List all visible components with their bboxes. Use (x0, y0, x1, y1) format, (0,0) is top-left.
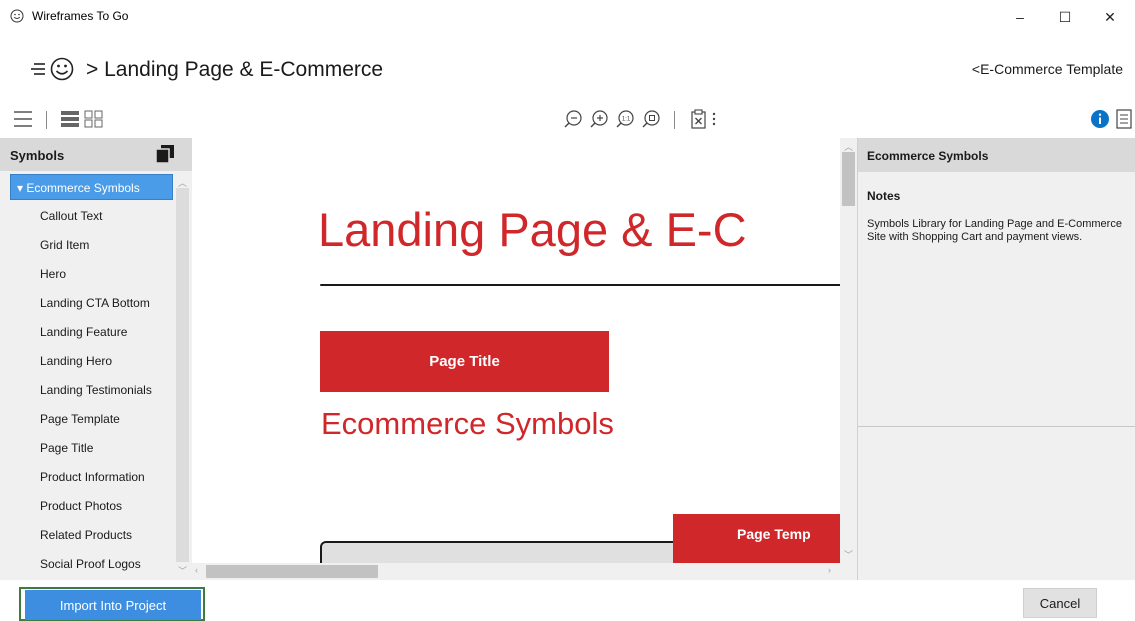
export-icon[interactable] (690, 108, 708, 130)
cancel-button[interactable]: Cancel (1023, 588, 1097, 618)
smiley-app-icon (10, 9, 24, 23)
toolbar-divider (46, 111, 47, 129)
symbol-list-item[interactable]: Social Proof Logos (0, 548, 174, 577)
preview-landing-title: Landing Page & E-C (318, 203, 747, 256)
copy-icon[interactable] (155, 144, 175, 164)
grid-view-icon[interactable] (84, 110, 104, 128)
zoom-fit-icon[interactable] (641, 109, 661, 129)
svg-text:1:1: 1:1 (622, 117, 631, 123)
dialog-footer: Import Into Project Cancel (0, 580, 1135, 621)
symbol-list-item[interactable]: Landing Feature (0, 316, 174, 345)
symbol-list-item[interactable]: Landing Hero (0, 345, 174, 374)
maximize-button[interactable]: ☐ (1045, 4, 1085, 30)
title-bar: Wireframes To Go – ☐ ✕ (0, 0, 1135, 32)
preview-page-title-block: Page Title (320, 331, 609, 392)
breadcrumb: > Landing Page & E-Commerce (86, 58, 384, 81)
symbol-list-item[interactable]: Page Title (0, 432, 174, 461)
menu-icon[interactable] (12, 109, 34, 129)
preview-canvas[interactable]: Landing Page & E-C Page Title Ecommerce … (192, 138, 840, 563)
import-into-project-button[interactable]: Import Into Project (25, 590, 201, 620)
zoom-out-icon[interactable] (563, 109, 583, 129)
panel-divider (858, 426, 1135, 427)
preview-page-template-block: Page Temp (673, 514, 840, 563)
tree-group-ecommerce-symbols[interactable]: ▾ Ecommerce Symbols (10, 174, 173, 200)
scroll-corner (840, 563, 857, 580)
notes-text: Symbols Library for Landing Page and E-C… (867, 218, 1122, 243)
symbol-list-item[interactable]: Callout Text (0, 200, 174, 229)
symbol-list-item[interactable]: Hero (0, 258, 174, 287)
scroll-down-arrow-icon[interactable]: ﹀ (844, 548, 853, 561)
properties-panel-title: Ecommerce Symbols (867, 149, 989, 163)
close-button[interactable]: ✕ (1090, 4, 1130, 30)
properties-panel-header: Ecommerce Symbols (858, 138, 1135, 172)
back-to-template-link[interactable]: <E-Commerce Template (972, 61, 1123, 77)
notes-label: Notes (867, 189, 901, 203)
canvas-horizontal-scrollbar[interactable]: ‹ › (192, 563, 840, 580)
scroll-right-arrow-icon[interactable]: › (828, 565, 831, 575)
symbol-list-item[interactable]: Related Products (0, 519, 174, 548)
symbols-scrollbar[interactable]: ︿ ﹀ (174, 174, 191, 578)
scroll-down-arrow-icon[interactable]: ﹀ (178, 564, 187, 577)
properties-panel: Ecommerce Symbols Notes Symbols Library … (857, 138, 1135, 580)
zoom-in-icon[interactable] (589, 109, 609, 129)
symbol-list-item[interactable]: Product Photos (0, 490, 174, 519)
toolbar-divider (674, 111, 675, 129)
symbols-scroll-thumb[interactable] (176, 188, 189, 562)
canvas-vscroll-thumb[interactable] (842, 152, 855, 206)
home-logo-icon[interactable] (30, 55, 80, 83)
preview-divider (320, 284, 840, 286)
scroll-left-arrow-icon[interactable]: ‹ (195, 565, 198, 575)
symbols-panel-title: Symbols (10, 148, 65, 163)
symbol-list-item[interactable]: Page Template (0, 403, 174, 432)
notes-icon[interactable] (1116, 109, 1132, 129)
symbol-list-item[interactable]: Landing CTA Bottom (0, 287, 174, 316)
canvas-vertical-scrollbar[interactable]: ︿ ﹀ (840, 138, 857, 563)
canvas-hscroll-thumb[interactable] (206, 565, 378, 578)
symbol-list-item[interactable]: Product Information (0, 461, 174, 490)
symbols-panel: Symbols ▾ Ecommerce Symbols Callout Text… (0, 138, 192, 580)
info-icon[interactable] (1090, 109, 1110, 129)
zoom-actual-icon[interactable]: 1:1 (615, 109, 635, 129)
list-view-icon[interactable] (60, 110, 80, 128)
symbols-panel-header: Symbols (0, 138, 192, 171)
more-icon[interactable] (711, 110, 717, 128)
symbols-list: Callout Text Grid Item Hero Landing CTA Bot… (0, 200, 174, 577)
toolbar: 1:1 (0, 101, 1135, 135)
symbol-list-item[interactable]: Landing Testimonials (0, 374, 174, 403)
header: > Landing Page & E-Commerce <E-Commerce … (0, 46, 1135, 96)
symbol-list-item[interactable]: Grid Item (0, 229, 174, 258)
preview-ecommerce-symbols-heading: Ecommerce Symbols (321, 406, 614, 441)
window-title: Wireframes To Go (32, 9, 129, 23)
minimize-button[interactable]: – (1000, 4, 1040, 30)
preview-frame-box (320, 541, 680, 563)
